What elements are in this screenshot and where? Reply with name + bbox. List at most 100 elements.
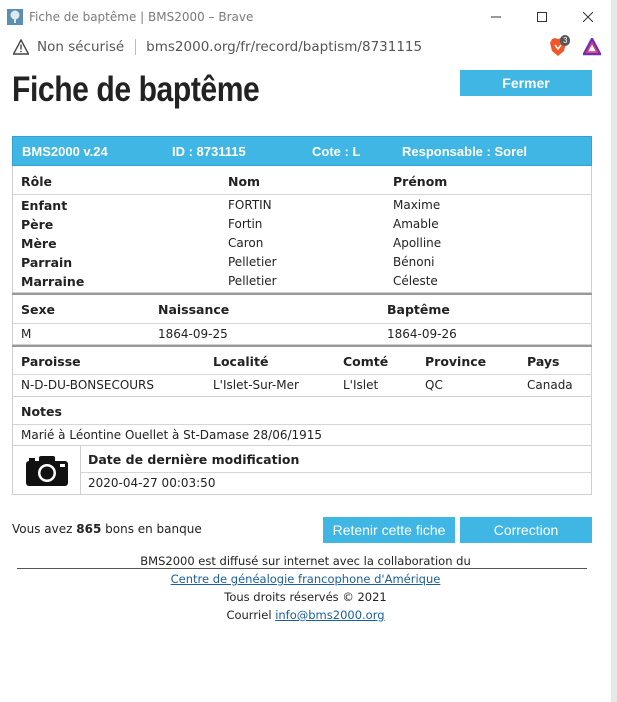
role-cell: Marraine (21, 274, 85, 289)
header-bapteme: Baptême (387, 302, 450, 317)
header-comte: Comté (343, 354, 389, 369)
version-label: BMS2000 v.24 (22, 143, 108, 159)
pays-value: Canada (527, 378, 573, 392)
address-bar[interactable]: Non sécurisé bms2000.org/fr/record/bapti… (0, 34, 611, 60)
naissance-value: 1864-09-25 (158, 327, 228, 341)
photo-cell[interactable] (13, 446, 81, 494)
tree-app-icon (7, 9, 23, 25)
notes-row: Marié à Léontine Ouellet à St-Damase 28/… (13, 425, 591, 445)
retain-record-button[interactable]: Retenir cette fiche (323, 517, 455, 543)
header-notes: Notes (21, 404, 62, 419)
maximize-button[interactable] (519, 0, 565, 34)
header-naissance: Naissance (158, 302, 230, 317)
page-title: Fiche de baptême (12, 70, 260, 109)
brave-shield-badge: 3 (560, 35, 571, 46)
copyright-line: Tous droits réservés © 2021 (224, 590, 387, 604)
window-controls (473, 0, 611, 34)
table-row: Enfant FORTIN Maxime (13, 198, 591, 217)
record-banner: BMS2000 v.24 ID : 8731115 Cote : L Respo… (12, 136, 592, 166)
header-prenom: Prénom (393, 174, 448, 189)
bapteme-value: 1864-09-26 (387, 327, 457, 341)
warning-icon (13, 39, 29, 55)
prenom-cell: Amable (393, 217, 439, 231)
minimize-icon (491, 16, 501, 18)
modification-section: Date de dernière modification 2020-04-27… (12, 446, 592, 495)
prenom-cell: Apolline (393, 236, 442, 250)
window-title: Fiche de baptême | BMS2000 – Brave (29, 10, 254, 24)
header-sexe: Sexe (21, 302, 56, 317)
modification-header-row: Date de dernière modification (81, 446, 591, 473)
nom-cell: Pelletier (228, 255, 277, 269)
vitals-section: Sexe Naissance Baptême M 1864-09-25 1864… (12, 295, 592, 345)
notes-header-row: Notes (13, 397, 591, 425)
modification-value: 2020-04-27 00:03:50 (88, 476, 216, 490)
contact-prefix: Courriel (226, 608, 276, 622)
place-header-row: Paroisse Localité Comté Province Pays (13, 347, 591, 375)
close-icon (583, 12, 593, 22)
header-role: Rôle (21, 174, 52, 189)
bank-balance: Vous avez 865 bons en banque (12, 522, 202, 536)
header-pays: Pays (527, 354, 560, 369)
place-section: Paroisse Localité Comté Province Pays N-… (12, 347, 592, 397)
vitals-header-row: Sexe Naissance Baptême (13, 295, 591, 324)
nom-cell: Fortin (228, 217, 263, 231)
nom-cell: FORTIN (228, 198, 272, 212)
role-cell: Parrain (21, 255, 73, 270)
place-values-row: N-D-DU-BONSECOURS L'Islet-Sur-Mer L'Isle… (13, 375, 591, 396)
prenom-cell: Céleste (393, 274, 438, 288)
header-paroisse: Paroisse (21, 354, 81, 369)
header-nom: Nom (228, 174, 261, 189)
table-row: Parrain Pelletier Bénoni (13, 255, 591, 274)
maximize-icon (537, 12, 547, 22)
close-button[interactable]: Fermer (460, 70, 592, 96)
role-cell: Père (21, 217, 54, 232)
page-content: Fiche de baptême Fermer BMS2000 v.24 ID … (0, 60, 611, 702)
persons-body: Enfant FORTIN Maxime Père Fortin Amable … (13, 195, 591, 292)
security-status[interactable]: Non sécurisé (37, 39, 124, 55)
url-text[interactable]: bms2000.org/fr/record/baptism/8731115 (146, 39, 422, 55)
nom-cell: Caron (228, 236, 264, 250)
contact-line: Courriel info@bms2000.org (0, 606, 611, 624)
title-bar: Fiche de baptême | BMS2000 – Brave (0, 0, 611, 34)
camera-icon (25, 456, 68, 486)
table-row: Père Fortin Amable (13, 217, 591, 236)
header-modification: Date de dernière modification (88, 452, 300, 467)
prenom-cell: Bénoni (393, 255, 435, 269)
correction-button[interactable]: Correction (460, 517, 592, 543)
minimize-button[interactable] (473, 0, 519, 34)
brave-shield-button[interactable]: 3 (549, 35, 571, 57)
brave-rewards-button[interactable] (581, 36, 603, 56)
role-cell: Enfant (21, 198, 68, 213)
province-value: QC (425, 378, 443, 392)
address-separator (135, 39, 137, 55)
record-id: ID : 8731115 (172, 143, 246, 159)
comte-value: L'Islet (343, 378, 379, 392)
header-localite: Localité (213, 354, 269, 369)
bank-count: 865 (76, 522, 102, 536)
nom-cell: Pelletier (228, 274, 277, 288)
table-row: Marraine Pelletier Céleste (13, 274, 591, 293)
bank-prefix: Vous avez (12, 522, 77, 536)
role-cell: Mère (21, 236, 57, 251)
extension-icons: 3 (549, 35, 603, 57)
cote-label: Cote : L (312, 143, 361, 159)
bank-suffix: bons en banque (101, 522, 202, 536)
record-card: BMS2000 v.24 ID : 8731115 Cote : L Respo… (12, 136, 592, 569)
cgfa-link[interactable]: Centre de généalogie francophone d'Améri… (171, 572, 441, 586)
notes-section: Notes Marié à Léontine Ouellet à St-Dama… (12, 397, 592, 446)
prenom-cell: Maxime (393, 198, 441, 212)
close-window-button[interactable] (565, 0, 611, 34)
persons-section: Rôle Nom Prénom Enfant FORTIN Maxime Pèr… (12, 166, 592, 293)
table-row: Mère Caron Apolline (13, 236, 591, 255)
sexe-value: M (21, 327, 32, 341)
localite-value: L'Islet-Sur-Mer (213, 378, 299, 392)
vitals-values-row: M 1864-09-25 1864-09-26 (13, 324, 591, 344)
persons-header-row: Rôle Nom Prénom (13, 166, 591, 195)
header-province: Province (425, 354, 487, 369)
responsable-label: Responsable : Sorel (402, 143, 527, 159)
paroisse-value: N-D-DU-BONSECOURS (21, 378, 155, 392)
rewards-triangle-icon (581, 36, 603, 56)
background-strip (611, 0, 617, 702)
credits: BMS2000 est diffusé sur internet avec la… (0, 552, 611, 624)
email-link[interactable]: info@bms2000.org (275, 608, 384, 622)
